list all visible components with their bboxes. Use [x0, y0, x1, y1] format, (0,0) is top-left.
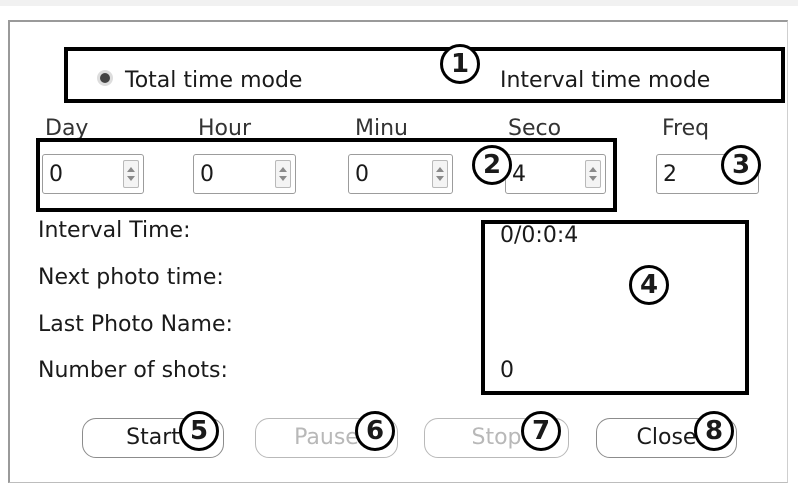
spin-up-icon[interactable] [436, 167, 444, 172]
spin-down-icon[interactable] [127, 176, 135, 181]
spin-down-icon[interactable] [589, 176, 597, 181]
second-value: 4 [512, 162, 526, 187]
second-spinner-buttons[interactable] [585, 160, 601, 188]
callout-6: 6 [355, 411, 395, 451]
close-button-label: Close [636, 425, 697, 450]
spin-up-icon[interactable] [589, 167, 597, 172]
minute-spinner[interactable]: 0 [348, 154, 453, 194]
spin-up-icon[interactable] [279, 167, 287, 172]
freq-label: Freq [662, 116, 710, 141]
radio-interval-time-label[interactable]: Interval time mode [500, 70, 710, 92]
day-label: Day [45, 116, 89, 141]
number-of-shots-label: Number of shots: [38, 358, 228, 383]
spin-up-icon[interactable] [127, 167, 135, 172]
last-photo-name-label: Last Photo Name: [38, 312, 233, 337]
freq-value: 2 [663, 162, 677, 187]
minute-value: 0 [355, 162, 369, 187]
radio-total-time-label[interactable]: Total time mode [125, 70, 302, 92]
day-value: 0 [49, 162, 63, 187]
second-spinner[interactable]: 4 [505, 154, 606, 194]
hour-spinner-buttons[interactable] [275, 160, 291, 188]
spin-down-icon[interactable] [436, 176, 444, 181]
callout-3: 3 [721, 145, 761, 185]
interval-time-label: Interval Time: [38, 218, 191, 243]
second-label: Seco [508, 116, 562, 141]
callout-2: 2 [472, 145, 512, 185]
pause-button-label: Pause [294, 425, 359, 450]
callout-1: 1 [440, 44, 480, 84]
hour-label: Hour [198, 116, 251, 141]
callout-5: 5 [179, 411, 219, 451]
callout-8: 8 [694, 411, 734, 451]
hour-spinner[interactable]: 0 [193, 154, 296, 194]
callout-4: 4 [629, 265, 669, 305]
day-spinner[interactable]: 0 [42, 154, 144, 194]
stop-button-label: Stop [471, 425, 522, 450]
next-photo-time-label: Next photo time: [38, 265, 224, 290]
spin-down-icon[interactable] [279, 176, 287, 181]
day-spinner-buttons[interactable] [123, 160, 139, 188]
callout-7: 7 [521, 411, 561, 451]
number-of-shots-value: 0 [500, 358, 514, 383]
radio-total-time[interactable] [100, 73, 110, 83]
hour-value: 0 [200, 162, 214, 187]
minute-spinner-buttons[interactable] [432, 160, 448, 188]
top-edge [0, 0, 798, 6]
minute-label: Minu [355, 116, 408, 141]
interval-time-value: 0/0:0:4 [500, 223, 579, 248]
start-button-label: Start [126, 425, 180, 450]
